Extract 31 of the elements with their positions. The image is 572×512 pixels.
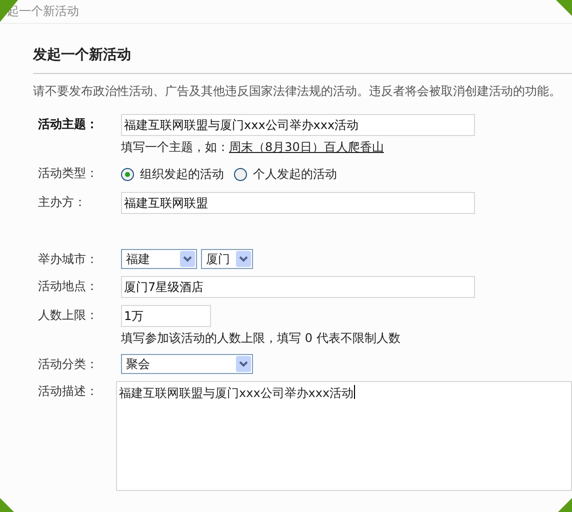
text-field[interactable]: 福建互联网联盟与厦门xxx公司举办xxx活动: [121, 114, 475, 136]
hint-text: 填写一个主题，如：周末（8月30日）百人爬香山: [121, 139, 385, 156]
corner-triangle: [0, 0, 18, 22]
field-label: 活动类型：: [37, 165, 99, 182]
corner-triangle: [556, 0, 572, 16]
heading: 发起一个新活动: [33, 46, 132, 64]
dropdown[interactable]: 厦门: [201, 249, 253, 269]
radio-button[interactable]: [234, 168, 247, 180]
text-area[interactable]: 福建互联网联盟与厦门xxx公司举办xxx活动: [116, 381, 572, 491]
radio-label[interactable]: 组织发起的活动: [140, 166, 224, 182]
dropdown[interactable]: 福建: [121, 249, 197, 269]
radio-label[interactable]: 个人发起的活动: [253, 166, 337, 182]
field-label: 举办城市：: [37, 251, 99, 268]
chevron-down-icon: [183, 256, 192, 262]
hint-text: 填写参加该活动的人数上限，填写 0 代表不限制人数: [121, 330, 400, 347]
text-field[interactable]: 厦门7星级酒店: [121, 276, 475, 298]
corner-triangle: [0, 498, 14, 512]
radio-button[interactable]: [121, 168, 134, 180]
chevron-down-icon: [239, 361, 248, 367]
field-label: 活动地点：: [37, 278, 99, 295]
field-label: 活动分类：: [37, 356, 99, 373]
chevron-down-icon: [239, 256, 248, 262]
text-field[interactable]: 1万: [121, 305, 211, 327]
field-label: 活动描述：: [37, 383, 99, 400]
dropdown[interactable]: 聚会: [121, 354, 253, 374]
field-label: 主办方：: [37, 194, 87, 211]
text-field[interactable]: 福建互联网联盟: [121, 192, 475, 214]
field-label: 活动主题：: [37, 116, 99, 133]
field-label: 人数上限：: [37, 307, 99, 324]
example-link[interactable]: 周末（8月30日）百人爬香山: [229, 140, 384, 154]
notice-text: 请不要发布政治性活动、广告及其他违反国家法律法规的活动。违反者将会被取消创建活动的功能。: [33, 83, 562, 100]
